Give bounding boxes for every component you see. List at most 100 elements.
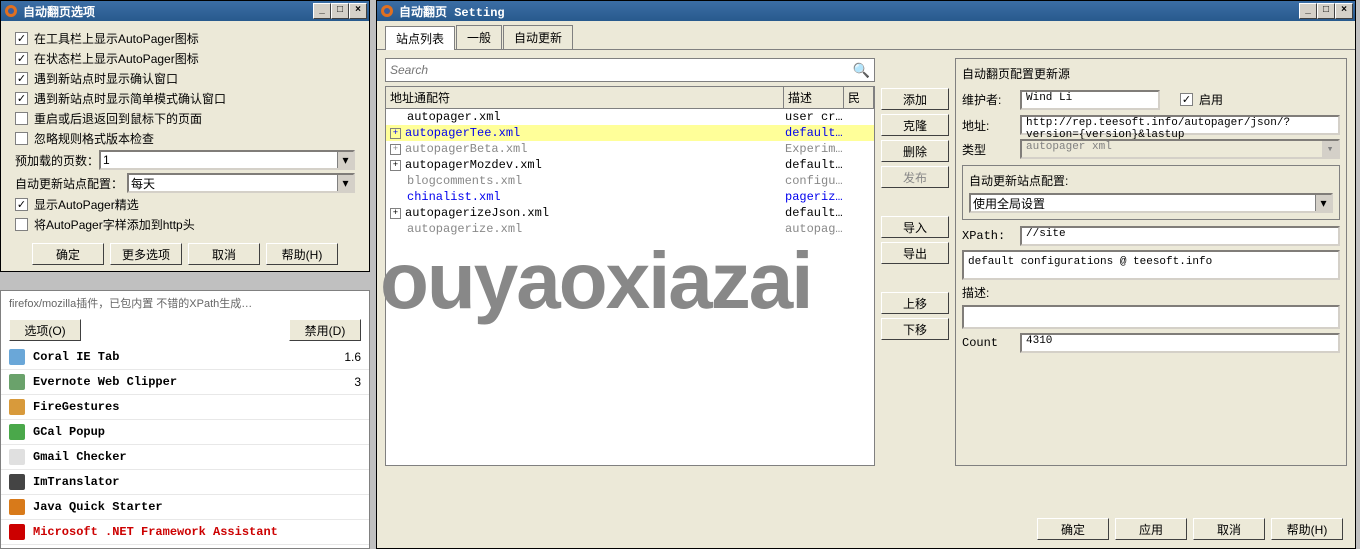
- addon-disable-button[interactable]: 禁用(D): [289, 319, 361, 341]
- table-row[interactable]: +autopagerizeJson.xmldefault…: [386, 205, 874, 221]
- app-icon: [379, 3, 395, 19]
- close-button[interactable]: ×: [349, 3, 367, 19]
- table-row[interactable]: autopager.xmluser cr…: [386, 109, 874, 125]
- option-checkbox[interactable]: 重启或后退返回到鼠标下的页面: [15, 110, 355, 127]
- table-row[interactable]: autopagerize.xmlautopag…: [386, 221, 874, 237]
- tab-0[interactable]: 站点列表: [385, 26, 455, 50]
- help-button[interactable]: 帮助(H): [1271, 518, 1343, 540]
- expand-icon[interactable]: +: [390, 128, 401, 139]
- close-button[interactable]: ×: [1335, 3, 1353, 19]
- default-conf-text[interactable]: default configurations @ teesoft.info: [962, 250, 1340, 280]
- checkbox-label: 忽略规则格式版本检查: [34, 130, 154, 147]
- option-checkbox[interactable]: ✓在工具栏上显示AutoPager图标: [15, 30, 355, 47]
- type-field: autopager xml ▾: [1020, 139, 1340, 159]
- chevron-down-icon: ▾: [337, 152, 353, 168]
- maintainer-field[interactable]: Wind Li: [1020, 90, 1160, 110]
- option-checkbox[interactable]: ✓遇到新站点时显示简单模式确认窗口: [15, 90, 355, 107]
- ok-button[interactable]: 确定: [1037, 518, 1109, 540]
- preload-label: 预加载的页数：: [15, 152, 99, 169]
- table-row[interactable]: blogcomments.xmlconfigu…: [386, 173, 874, 189]
- scope-combo[interactable]: 使用全局设置 ▾: [969, 193, 1333, 213]
- cancel-button[interactable]: 取消: [1193, 518, 1265, 540]
- import-button[interactable]: 导入: [881, 216, 949, 238]
- preload-combo[interactable]: 1 ▾: [99, 150, 355, 170]
- enable-checkbox[interactable]: ✓ 启用: [1180, 91, 1223, 108]
- row-name: autopager.xml: [407, 110, 501, 124]
- addon-icon: [9, 499, 25, 515]
- apply-button[interactable]: 应用: [1115, 518, 1187, 540]
- expand-icon[interactable]: +: [390, 160, 401, 171]
- option-checkbox[interactable]: ✓在状态栏上显示AutoPager图标: [15, 50, 355, 67]
- search-box[interactable]: 🔍: [385, 58, 875, 82]
- addon-name: Microsoft .NET Framework Assistant: [33, 525, 353, 539]
- row-name: autopagerMozdev.xml: [405, 158, 542, 172]
- autoupdate-combo[interactable]: 每天 ▾: [127, 173, 355, 193]
- minimize-button[interactable]: _: [313, 3, 331, 19]
- addon-version: 3: [354, 375, 361, 389]
- option-checkbox[interactable]: ✓显示AutoPager精选: [15, 196, 355, 213]
- addon-version: 1.6: [344, 350, 361, 364]
- app-icon: [3, 3, 19, 19]
- addon-options-button[interactable]: 选项(O): [9, 319, 81, 341]
- table-row[interactable]: +autopagerMozdev.xmldefault…: [386, 157, 874, 173]
- row-name: autopagerTee.xml: [405, 126, 520, 140]
- option-checkbox[interactable]: ✓遇到新站点时显示确认窗口: [15, 70, 355, 87]
- row-desc: default…: [785, 126, 870, 140]
- cancel-button[interactable]: 取消: [188, 243, 260, 265]
- table-row[interactable]: + autopagerTee.xml default…: [386, 125, 874, 141]
- addon-name: ImTranslator: [33, 475, 353, 489]
- subgroup-title: 自动更新站点配置:: [969, 172, 1333, 189]
- maximize-button[interactable]: □: [331, 3, 349, 19]
- help-button[interactable]: 帮助(H): [266, 243, 338, 265]
- expand-icon[interactable]: +: [390, 144, 401, 155]
- minimize-button[interactable]: _: [1299, 3, 1317, 19]
- addon-item[interactable]: Gmail Checker: [1, 445, 369, 470]
- desc-text[interactable]: [962, 305, 1340, 329]
- expand-icon[interactable]: +: [390, 208, 401, 219]
- col-pattern[interactable]: 地址通配符: [386, 87, 784, 108]
- xpath-field[interactable]: //site: [1020, 226, 1340, 246]
- search-icon: 🔍: [853, 62, 870, 79]
- chevron-down-icon: ▾: [1315, 195, 1331, 211]
- count-label: Count: [962, 336, 1012, 350]
- addon-item[interactable]: GCal Popup: [1, 420, 369, 445]
- addon-item[interactable]: FireGestures: [1, 395, 369, 420]
- option-checkbox[interactable]: 将AutoPager字样添加到http头: [15, 216, 355, 233]
- sites-table[interactable]: 地址通配符 描述 民 autopager.xmluser cr…+autopag…: [385, 86, 875, 466]
- addon-item[interactable]: ImTranslator: [1, 470, 369, 495]
- maximize-button[interactable]: □: [1317, 3, 1335, 19]
- addon-item[interactable]: Java Quick Starter: [1, 495, 369, 520]
- addon-item[interactable]: Microsoft .NET Framework Assistant: [1, 520, 369, 545]
- url-field[interactable]: http://rep.teesoft.info/autopager/json/?…: [1020, 115, 1340, 135]
- addon-icon: [9, 524, 25, 540]
- checkbox-label: 在工具栏上显示AutoPager图标: [34, 30, 199, 47]
- checkbox-label: 遇到新站点时显示确认窗口: [34, 70, 178, 87]
- publish-button[interactable]: 发布: [881, 166, 949, 188]
- addon-item[interactable]: Coral IE Tab 1.6: [1, 345, 369, 370]
- delete-button[interactable]: 删除: [881, 140, 949, 162]
- addon-name: Coral IE Tab: [33, 350, 336, 364]
- tab-2[interactable]: 自动更新: [503, 25, 573, 49]
- col-c3[interactable]: 民: [844, 87, 874, 108]
- addon-icon: [9, 449, 25, 465]
- table-row[interactable]: +autopagerBeta.xmlExperim…: [386, 141, 874, 157]
- option-checkbox[interactable]: 忽略规则格式版本检查: [15, 130, 355, 147]
- col-desc[interactable]: 描述: [784, 87, 844, 108]
- movedown-button[interactable]: 下移: [881, 318, 949, 340]
- count-field[interactable]: 4310: [1020, 333, 1340, 353]
- clone-button[interactable]: 克隆: [881, 114, 949, 136]
- chevron-down-icon: ▾: [337, 175, 353, 191]
- more-options-button[interactable]: 更多选项: [110, 243, 182, 265]
- moveup-button[interactable]: 上移: [881, 292, 949, 314]
- tab-1[interactable]: 一般: [456, 25, 502, 49]
- ok-button[interactable]: 确定: [32, 243, 104, 265]
- export-button[interactable]: 导出: [881, 242, 949, 264]
- search-input[interactable]: [390, 63, 853, 77]
- type-label: 类型: [962, 141, 1012, 158]
- table-row[interactable]: chinalist.xmlpageriz…: [386, 189, 874, 205]
- row-name: blogcomments.xml: [407, 174, 522, 188]
- addon-item[interactable]: Evernote Web Clipper3: [1, 370, 369, 395]
- addon-icon: [9, 374, 25, 390]
- tab-bar: 站点列表一般自动更新: [377, 21, 1355, 50]
- add-button[interactable]: 添加: [881, 88, 949, 110]
